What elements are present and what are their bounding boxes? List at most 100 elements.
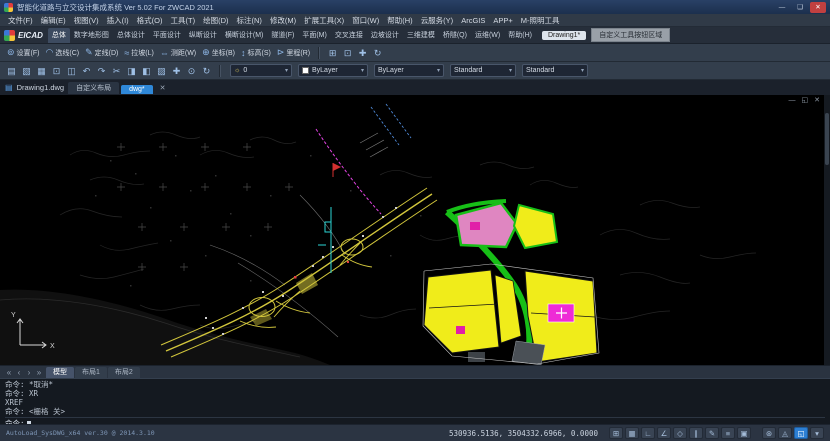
ribbon-tab[interactable]: 运维(W)	[471, 28, 504, 43]
first-tab-icon[interactable]: «	[4, 367, 14, 378]
status-menu-icon[interactable]: ▾	[810, 427, 824, 439]
lineweight-toggle[interactable]: ≡	[721, 427, 735, 439]
snap-toggle[interactable]: ⊞	[609, 427, 623, 439]
redo-icon[interactable]: ↷	[94, 64, 109, 78]
open-file-icon[interactable]: ▧	[19, 64, 34, 78]
file-name-label[interactable]: Drawing1.dwg	[17, 83, 65, 92]
command-prompt[interactable]: 命令:	[5, 417, 825, 424]
route-button[interactable]: ✎ 定线(D)	[82, 46, 121, 59]
layout-tab[interactable]: 布局2	[108, 367, 140, 378]
zoom-icon[interactable]: ⊙	[184, 64, 199, 78]
color-combo[interactable]: ByLayer ▾	[298, 64, 368, 77]
ribbon-tab[interactable]: 纵断设计	[185, 28, 221, 43]
drawing-file-tab[interactable]: dwg*	[121, 85, 153, 94]
close-drawing-icon[interactable]: ✕	[157, 84, 169, 92]
ortho-toggle[interactable]: ∟	[641, 427, 655, 439]
ribbon-tab[interactable]: 边坡设计	[367, 28, 403, 43]
textstyle-combo[interactable]: Standard ▾	[450, 64, 516, 77]
polar-toggle[interactable]: ∠	[657, 427, 671, 439]
close-button[interactable]: ✕	[810, 2, 826, 13]
menu-item[interactable]: ArcGIS	[457, 14, 489, 27]
pan-icon[interactable]: ✚	[169, 64, 184, 78]
ribbon-tab[interactable]: 数字地形图	[70, 28, 113, 43]
drawing-file-tab[interactable]: 自定义布局	[68, 82, 119, 94]
osnap-toggle[interactable]: ◇	[673, 427, 687, 439]
next-tab-icon[interactable]: ›	[24, 367, 34, 378]
regen-icon[interactable]: ↻	[199, 64, 214, 78]
menu-item[interactable]: 云服务(Y)	[417, 14, 458, 27]
ribbon-tab[interactable]: 三维建模	[403, 28, 439, 43]
otrack-toggle[interactable]: ∥	[689, 427, 703, 439]
menu-item[interactable]: 绘图(D)	[199, 14, 232, 27]
regen-icon[interactable]: ↻	[370, 46, 385, 60]
coordinate-button[interactable]: ⊕ 坐标(B)	[199, 46, 238, 59]
drawing-canvas-area[interactable]: X Y — ◱ ✕	[0, 95, 830, 365]
menu-item[interactable]: 视图(V)	[70, 14, 103, 27]
menu-item[interactable]: 修改(M)	[266, 14, 300, 27]
doc-restore-icon[interactable]: ◱	[802, 97, 809, 105]
menu-item[interactable]: 格式(O)	[133, 14, 167, 27]
drawing-canvas[interactable]: X Y	[0, 95, 830, 365]
menu-item[interactable]: 窗口(W)	[348, 14, 383, 27]
menu-item[interactable]: 扩展工具(X)	[300, 14, 348, 27]
minimize-button[interactable]: —	[774, 2, 790, 13]
layout-tab[interactable]: 模型	[46, 367, 74, 378]
chainage-button[interactable]: ⊳ 里程(R)	[274, 46, 313, 59]
layout-tab-bar: «‹›» 模型布局1布局2	[0, 365, 830, 378]
menu-item[interactable]: 插入(I)	[103, 14, 133, 27]
pan-icon[interactable]: ✚	[355, 46, 370, 60]
prev-tab-icon[interactable]: ‹	[14, 367, 24, 378]
zoom-extents-icon[interactable]: ⊡	[340, 46, 355, 60]
ribbon-tab[interactable]: 桥隧(Q)	[439, 28, 471, 43]
ribbon-tab[interactable]: 帮助(H)	[504, 28, 536, 43]
model-paper-toggle[interactable]: ▣	[737, 427, 751, 439]
cut-icon[interactable]: ✂	[109, 64, 124, 78]
zoom-window-icon[interactable]: ⊞	[325, 46, 340, 60]
doc-close-icon[interactable]: ✕	[814, 97, 820, 105]
menu-item[interactable]: M-照明工具	[517, 14, 564, 27]
save-icon[interactable]: ▦	[34, 64, 49, 78]
last-tab-icon[interactable]: »	[34, 367, 44, 378]
ribbon-tab[interactable]: 平面(M)	[298, 28, 331, 43]
menu-item[interactable]: 工具(T)	[167, 14, 200, 27]
elevation-button[interactable]: ↕ 标高(S)	[238, 47, 274, 59]
measure-button[interactable]: ⇔ 测距(W)	[157, 47, 199, 59]
ribbon-tab[interactable]: 总体	[48, 28, 70, 43]
profile-button[interactable]: ≈ 拉坡(L)	[121, 47, 157, 59]
ribbon-tab[interactable]: 交叉连接	[331, 28, 367, 43]
command-window[interactable]: 命令: *取消*命令: XRXREF命令: <栅格 关> 命令:	[0, 378, 830, 424]
linetype-combo[interactable]: ByLayer ▾	[374, 64, 444, 77]
paste-icon[interactable]: ◧	[139, 64, 154, 78]
fullscreen-icon[interactable]: ◱	[794, 427, 808, 439]
tool-label: 坐标(B)	[212, 48, 235, 58]
doc-minimize-icon[interactable]: —	[789, 97, 796, 105]
menu-item[interactable]: 帮助(H)	[383, 14, 416, 27]
print-icon[interactable]: ⊡	[49, 64, 64, 78]
menu-item[interactable]: 文件(F)	[4, 14, 37, 27]
maximize-button[interactable]: ❑	[792, 2, 808, 13]
workspace-icon[interactable]: ⊛	[762, 427, 776, 439]
layer-combo[interactable]: ☼ 0 ▾	[230, 64, 292, 77]
grid-toggle[interactable]: ▦	[625, 427, 639, 439]
ribbon-tab[interactable]: 总体设计	[113, 28, 149, 43]
layout-tab[interactable]: 布局1	[75, 367, 107, 378]
plugin-version-text: AutoLoad_SysDWG_x64 ver.30 @ 2014.3.10	[6, 429, 155, 437]
undo-icon[interactable]: ↶	[79, 64, 94, 78]
ribbon-tab[interactable]: 平面设计	[149, 28, 185, 43]
ribbon-tab[interactable]: 隧道(F)	[267, 28, 298, 43]
canvas-scrollbar[interactable]	[824, 95, 830, 365]
menu-item[interactable]: 编辑(E)	[37, 14, 70, 27]
alignment-button[interactable]: ◠ 选线(C)	[43, 46, 83, 59]
copy-icon[interactable]: ◨	[124, 64, 139, 78]
active-drawing-tab[interactable]: Drawing1*	[542, 31, 586, 40]
ribbon-tab[interactable]: 横断设计(M)	[221, 28, 268, 43]
new-file-icon[interactable]: ▤	[4, 64, 19, 78]
match-properties-icon[interactable]: ▨	[154, 64, 169, 78]
menu-item[interactable]: APP+	[489, 14, 516, 27]
preview-icon[interactable]: ◫	[64, 64, 79, 78]
annotation-scale-icon[interactable]: ◬	[778, 427, 792, 439]
settings-button[interactable]: ⊚ 设置(F)	[4, 46, 43, 59]
dimstyle-combo[interactable]: Standard ▾	[522, 64, 588, 77]
menu-item[interactable]: 标注(N)	[233, 14, 266, 27]
dyn-toggle[interactable]: ✎	[705, 427, 719, 439]
